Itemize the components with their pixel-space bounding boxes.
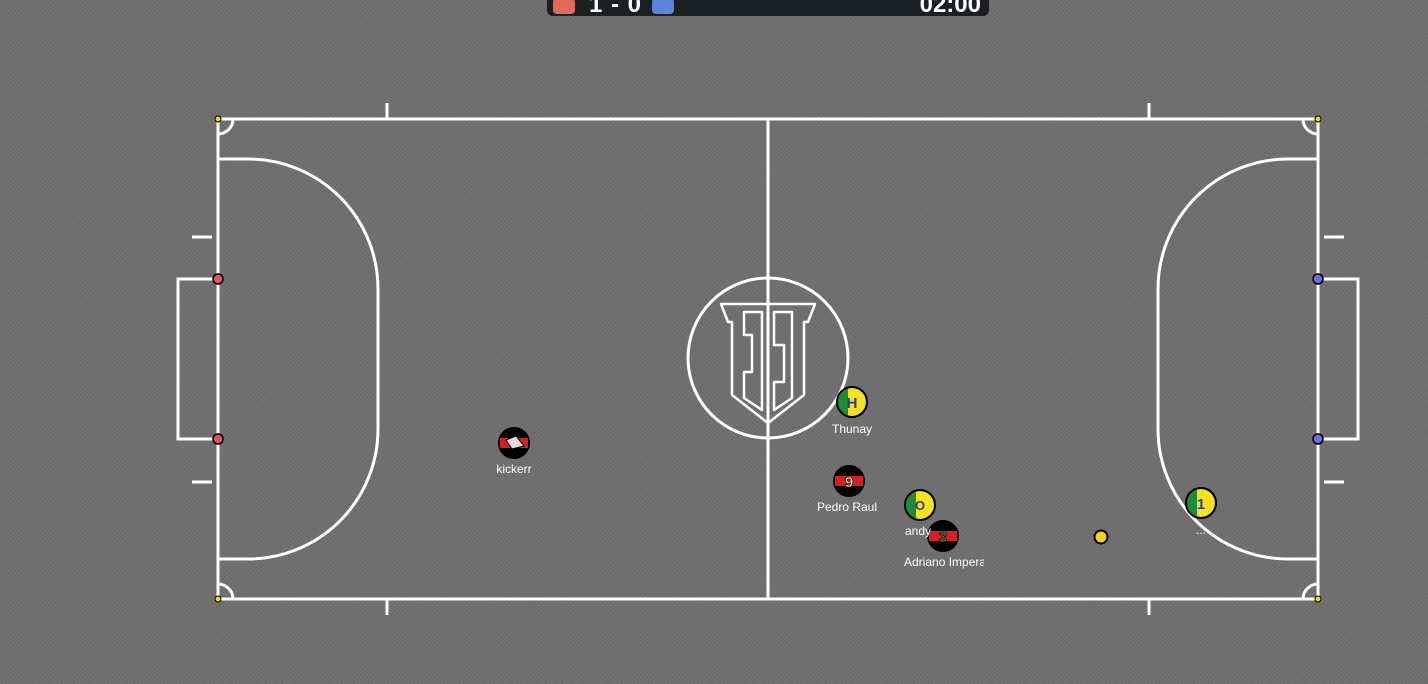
player-badge: H [847,395,858,412]
player-name-label: kickerr [496,462,532,476]
right-goal [1318,277,1360,441]
blue-goal-post [1312,433,1324,445]
player-name-label: Pedro Raul [816,500,878,514]
player-pedro[interactable]: 9 [833,465,865,497]
corner-flag [1314,115,1322,123]
player-badge: O [915,498,925,513]
player-adriano[interactable]: 3 [927,520,959,552]
corner-flag [1314,595,1322,603]
red-goal-post [212,273,224,285]
blue-goal-post [1312,273,1324,285]
right-penalty-area [1156,157,1318,561]
player-badge: 1 [1197,496,1205,513]
player-keeper[interactable]: 1 [1185,487,1217,519]
player-badge: 3 [939,529,947,546]
player-name-label: ... [1195,523,1207,537]
left-penalty-area [218,157,380,561]
player-badge: 9 [845,474,853,491]
corner-flag [214,115,222,123]
ball[interactable] [1093,529,1109,545]
player-name-label: Thunay [831,422,873,436]
red-goal-post [212,433,224,445]
player-name-label: Adriano Imperador [904,555,984,569]
player-andy[interactable]: O [904,489,936,521]
corner-flag [214,595,222,603]
field-lines [176,103,1360,615]
player-thunay[interactable]: H [836,386,868,418]
left-goal [176,277,218,441]
futsal-field[interactable]: 9 3 H O 1 [0,0,1428,684]
player-kickerr[interactable] [498,427,530,459]
player-name-label: andy [905,524,931,538]
